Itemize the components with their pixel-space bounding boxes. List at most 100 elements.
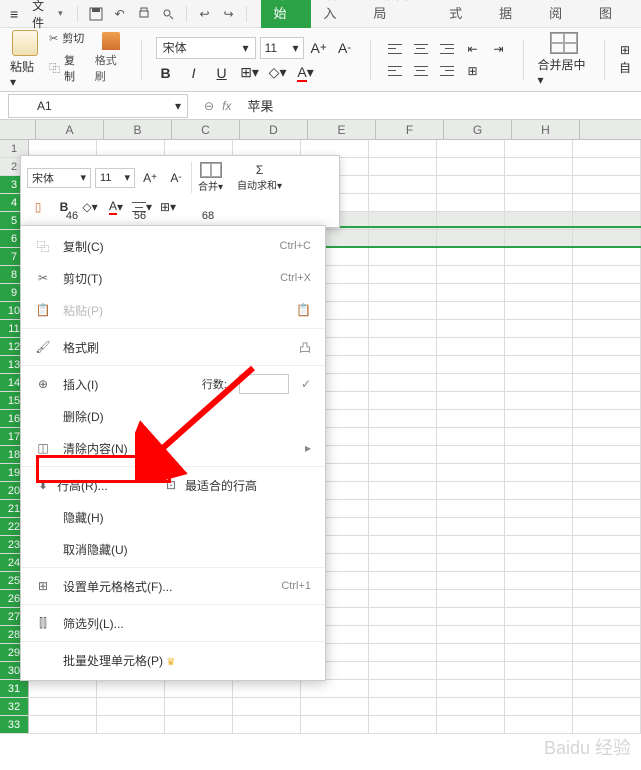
col-header-c[interactable]: C [172,120,240,139]
cell[interactable] [437,374,505,391]
cell[interactable] [437,176,505,193]
cell[interactable] [505,284,573,301]
italic-button[interactable]: I [184,63,204,83]
cell[interactable] [573,626,641,643]
font-name-select[interactable]: 宋体 ▾ [156,37,256,59]
cell[interactable] [573,338,641,355]
cell[interactable] [369,572,437,589]
align-middle-button[interactable] [411,40,431,58]
name-box[interactable]: A1 ▾ [8,94,188,118]
cell[interactable] [573,392,641,409]
cell[interactable] [573,320,641,337]
cell[interactable] [369,554,437,571]
cell[interactable] [505,230,573,247]
cell[interactable] [505,482,573,499]
cell[interactable] [165,698,233,715]
col-header-h[interactable]: H [512,120,580,139]
cell[interactable] [505,626,573,643]
cell[interactable] [29,680,97,697]
cell[interactable] [437,554,505,571]
col-header-g[interactable]: G [444,120,512,139]
cell[interactable] [437,680,505,697]
mini-format-brush-button[interactable]: ▯ [27,197,49,217]
align-left-button[interactable] [385,62,405,80]
cell[interactable] [369,608,437,625]
cell[interactable] [437,410,505,427]
col-header-e[interactable]: E [308,120,376,139]
mini-align-button[interactable]: ▾ [131,197,153,217]
cell[interactable] [369,644,437,661]
print-preview-icon[interactable] [156,2,180,26]
font-size-select[interactable]: 11 ▾ [260,37,304,59]
cell[interactable] [437,698,505,715]
cell[interactable] [505,356,573,373]
cell[interactable] [573,176,641,193]
cell[interactable] [437,302,505,319]
cell[interactable] [165,716,233,733]
cell[interactable] [505,644,573,661]
insert-rows-input[interactable] [239,374,289,394]
decrease-font-button[interactable]: A- [334,37,356,59]
formula-input[interactable]: 苹果 [239,96,641,115]
cm-format-cells[interactable]: ⊞ 设置单元格格式(F)... Ctrl+1 [21,570,325,602]
cell[interactable] [369,140,437,157]
cell[interactable] [505,374,573,391]
mini-fill-color-button[interactable]: ◇▾ [79,197,101,217]
paste-button[interactable]: 粘贴▾ [10,30,39,89]
cm-hide[interactable]: 隐藏(H) [21,501,325,533]
cell[interactable] [573,446,641,463]
cell[interactable] [437,266,505,283]
cell[interactable] [505,464,573,481]
cell[interactable] [369,590,437,607]
cell[interactable] [369,680,437,697]
cell[interactable] [437,194,505,211]
cell[interactable] [573,158,641,175]
cell[interactable] [573,302,641,319]
cm-clear-contents[interactable]: ◫ 清除内容(N) ▸ [21,432,325,464]
cell[interactable] [301,716,369,733]
cell[interactable] [505,392,573,409]
cell[interactable] [505,194,573,211]
cell[interactable] [369,266,437,283]
cell[interactable] [573,428,641,445]
tab-view[interactable]: 视图 [587,0,637,28]
cell[interactable] [437,482,505,499]
cell[interactable] [437,392,505,409]
cell[interactable] [505,590,573,607]
cell[interactable] [573,608,641,625]
cm-filter-column[interactable]: ⫿⫿ 筛选列(L)... [21,607,325,639]
cell[interactable] [369,536,437,553]
increase-font-button[interactable]: A+ [308,37,330,59]
redo-button[interactable]: ↪ [217,2,241,26]
cell[interactable] [573,482,641,499]
cell[interactable] [233,716,301,733]
cell[interactable] [437,356,505,373]
cm-format-brush[interactable]: 🖌 格式刷 凸 [21,331,325,363]
cell[interactable] [29,698,97,715]
cell[interactable] [165,680,233,697]
cell[interactable] [505,266,573,283]
undo-button[interactable]: ↩ [193,2,217,26]
cell[interactable] [301,698,369,715]
cell[interactable] [573,284,641,301]
cell[interactable] [505,410,573,427]
col-header-d[interactable]: D [240,120,308,139]
cell[interactable] [369,284,437,301]
cell[interactable] [437,662,505,679]
cm-unhide[interactable]: 取消隐藏(U) [21,533,325,565]
cut-button[interactable]: ✂ 剪切 [49,30,85,46]
cell[interactable] [573,590,641,607]
mini-merge-button[interactable]: 合并▾ [191,162,229,193]
cm-copy[interactable]: ⿻ 复制(C) Ctrl+C [21,230,325,262]
cell[interactable] [505,302,573,319]
cell[interactable] [505,320,573,337]
fill-color-button[interactable]: ◇▾ [268,63,288,83]
cell[interactable] [369,176,437,193]
cell[interactable] [437,284,505,301]
mini-decrease-font-button[interactable]: A- [165,168,187,188]
cell[interactable] [573,356,641,373]
mini-font-name-select[interactable]: 宋体▾ [27,168,91,188]
cell[interactable] [505,446,573,463]
cell[interactable] [369,446,437,463]
cell[interactable] [505,680,573,697]
